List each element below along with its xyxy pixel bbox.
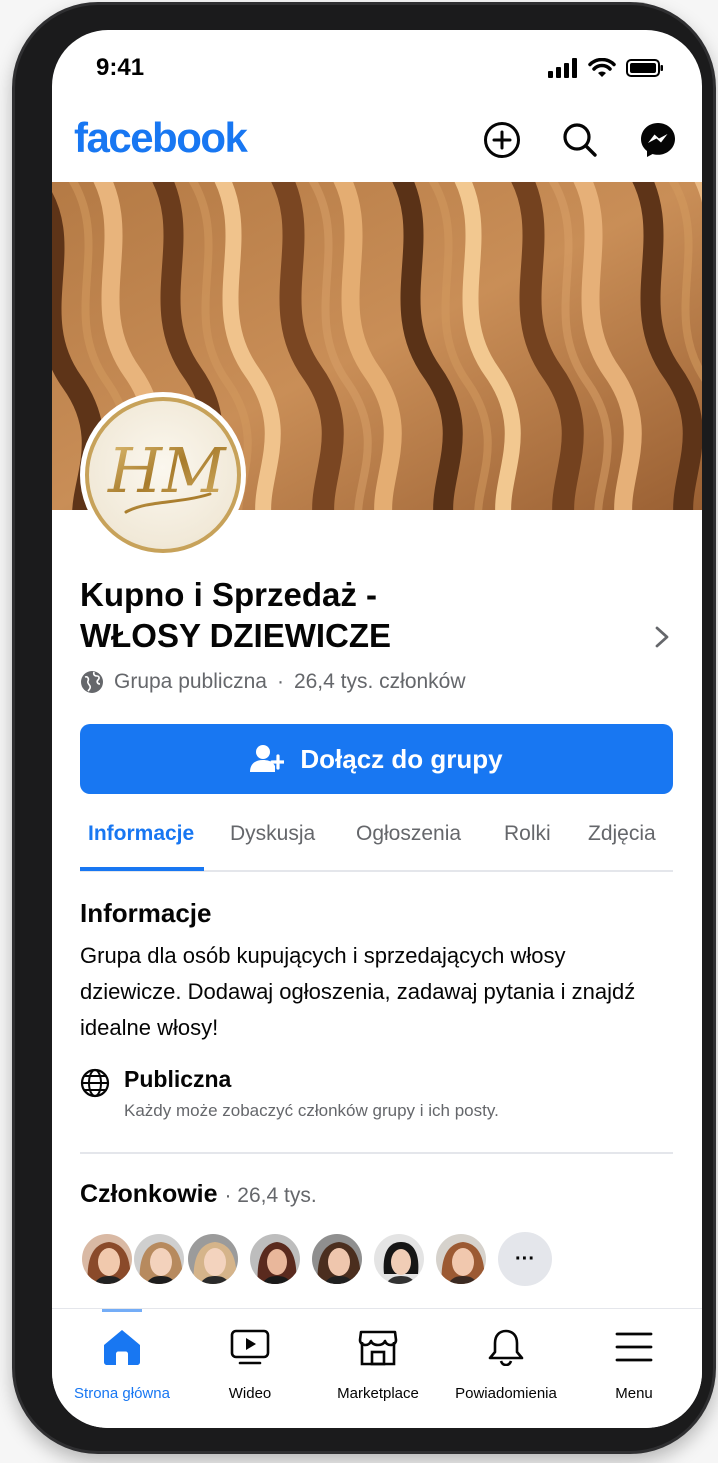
privacy-label: Grupa publiczna: [114, 670, 267, 693]
privacy-info: Publiczna Każdy może zobaczyć członków g…: [80, 1066, 499, 1121]
menu-icon: [615, 1332, 653, 1362]
chevron-right-icon[interactable]: [652, 625, 672, 649]
search-icon: [563, 123, 597, 157]
battery-icon: [626, 59, 663, 77]
nav-video-label: Wideo: [228, 1385, 272, 1402]
member-avatar[interactable]: [372, 1232, 426, 1286]
group-logo: HM: [85, 397, 241, 553]
member-avatar[interactable]: [186, 1232, 240, 1286]
tab-rolki[interactable]: Rolki: [504, 822, 551, 846]
search-button[interactable]: [560, 120, 600, 160]
bell-icon: [488, 1329, 524, 1366]
plus-circle-icon: [484, 122, 520, 158]
info-section-title: Informacje: [80, 898, 212, 928]
home-icon: [104, 1330, 140, 1365]
member-avatar[interactable]: [248, 1232, 302, 1286]
nav-menu-label: Menu: [615, 1385, 653, 1402]
group-description: Grupa dla osób kupujących i sprzedającyc…: [80, 943, 636, 1040]
nav-notifications[interactable]: Powiadomienia: [441, 1309, 571, 1419]
section-divider: [80, 1152, 673, 1154]
add-person-icon: [250, 745, 285, 772]
tab-dyskusja[interactable]: Dyskusja: [230, 822, 315, 846]
nav-marketplace[interactable]: Marketplace: [313, 1309, 443, 1419]
marketplace-icon: [358, 1330, 398, 1366]
messenger-button[interactable]: [638, 120, 678, 160]
phone-frame: 9:41 facebook HM Kupno i Sprzedaż - WŁOS…: [12, 2, 716, 1454]
members-heading[interactable]: Członkowie · 26,4 tys.: [80, 1180, 317, 1209]
group-title-line1: Kupno i Sprzedaż -: [80, 576, 377, 613]
tab-informacje[interactable]: Informacje: [88, 822, 194, 846]
avatar-photo: [82, 1234, 132, 1284]
avatar-photo: [250, 1234, 300, 1284]
join-group-button[interactable]: Dołącz do grupy: [80, 724, 673, 794]
privacy-description: Każdy może zobaczyć członków grupy i ich…: [124, 1101, 499, 1120]
group-title[interactable]: Kupno i Sprzedaż - WŁOSY DZIEWICZE: [80, 574, 600, 656]
tab-ogloszenia[interactable]: Ogłoszenia: [356, 822, 461, 846]
group-title-line2: WŁOSY DZIEWICZE: [80, 617, 392, 654]
create-button[interactable]: [482, 120, 522, 160]
nav-notifications-label: Powiadomienia: [455, 1385, 557, 1402]
globe-outline-icon: [80, 1068, 110, 1098]
join-group-label: Dołącz do grupy: [300, 743, 503, 774]
meta-separator: ·: [276, 670, 284, 693]
svg-text:HM: HM: [107, 434, 227, 507]
more-members-button[interactable]: ···: [498, 1232, 552, 1286]
hm-monogram-logo: HM: [107, 434, 227, 514]
avatar-photo: [374, 1234, 424, 1284]
nav-marketplace-label: Marketplace: [337, 1385, 419, 1402]
status-icons: [548, 58, 664, 78]
group-tabs: Informacje Dyskusja Ogłoszenia Rolki Zdj…: [80, 818, 673, 872]
group-avatar[interactable]: HM: [80, 392, 246, 558]
nav-video[interactable]: Wideo: [185, 1309, 315, 1419]
avatar-photo: [134, 1234, 184, 1284]
active-tab-indicator: [80, 867, 204, 871]
member-avatar[interactable]: [310, 1232, 364, 1286]
nav-home[interactable]: Strona główna: [57, 1309, 187, 1419]
facebook-logo[interactable]: facebook: [74, 114, 248, 162]
signal-icon: [548, 58, 577, 78]
members-title: Członkowie: [80, 1180, 218, 1208]
members-total: · 26,4 tys.: [224, 1184, 317, 1207]
avatar-photo: [436, 1234, 486, 1284]
bottom-nav: Strona główna Wideo Marketplace Powiadom…: [52, 1308, 702, 1428]
screen: 9:41 facebook HM Kupno i Sprzedaż - WŁOS…: [52, 30, 702, 1428]
nav-home-label: Strona główna: [74, 1385, 170, 1402]
member-avatar[interactable]: [80, 1232, 134, 1286]
header-actions: [482, 120, 678, 160]
member-avatar[interactable]: [132, 1232, 186, 1286]
members-count[interactable]: 26,4 tys. członków: [294, 670, 466, 694]
nav-menu[interactable]: Menu: [569, 1309, 699, 1419]
avatar-photo: [188, 1234, 238, 1284]
privacy-title: Publiczna: [124, 1066, 232, 1092]
tab-zdjecia[interactable]: Zdjęcia: [588, 822, 656, 846]
messenger-icon: [641, 123, 675, 157]
avatar-photo: [312, 1234, 362, 1284]
status-time: 9:41: [96, 54, 145, 81]
member-avatar[interactable]: [434, 1232, 488, 1286]
globe-icon: [81, 671, 103, 693]
group-meta: Grupa publiczna · 26,4 tys. członków: [80, 670, 466, 694]
wifi-icon: [588, 58, 616, 77]
video-icon: [230, 1329, 270, 1365]
